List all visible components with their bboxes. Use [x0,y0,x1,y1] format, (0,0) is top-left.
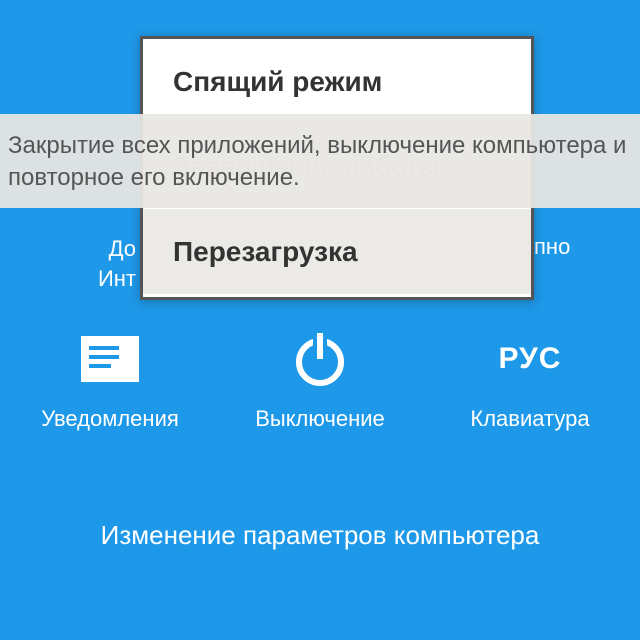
charm-keyboard[interactable]: РУС Клавиатура [444,326,616,432]
charm-power[interactable]: Выключение [234,326,406,432]
background-text-right: пно [534,234,570,260]
keyboard-language-badge: РУС [499,342,562,376]
charm-power-label: Выключение [255,406,385,432]
power-menu-restart-label: Перезагрузка [173,236,358,268]
notifications-icon [81,326,139,392]
bg-left-line1: До [109,236,136,261]
keyboard-icon: РУС [499,326,562,392]
power-icon [291,326,349,392]
bg-left-line2: Инт [98,266,136,291]
tooltip-overlay: Закрытие всех приложений, выключение ком… [0,114,640,208]
power-menu-sleep-label: Спящий режим [173,66,382,98]
charm-keyboard-label: Клавиатура [470,406,589,432]
change-pc-settings-label: Изменение параметров компьютера [101,520,540,550]
bg-right-text: пно [534,234,570,259]
charms-row: Уведомления Выключение РУС Клавиатура [0,326,640,432]
change-pc-settings-link[interactable]: Изменение параметров компьютера [0,520,640,551]
power-menu-sleep[interactable]: Спящий режим [143,39,531,124]
background-text-left: До Инт [86,234,136,293]
charm-notifications-label: Уведомления [41,406,179,432]
tooltip-text: Закрытие всех приложений, выключение ком… [8,132,626,191]
power-menu-restart[interactable]: Перезагрузка [143,209,531,294]
charm-notifications[interactable]: Уведомления [24,326,196,432]
